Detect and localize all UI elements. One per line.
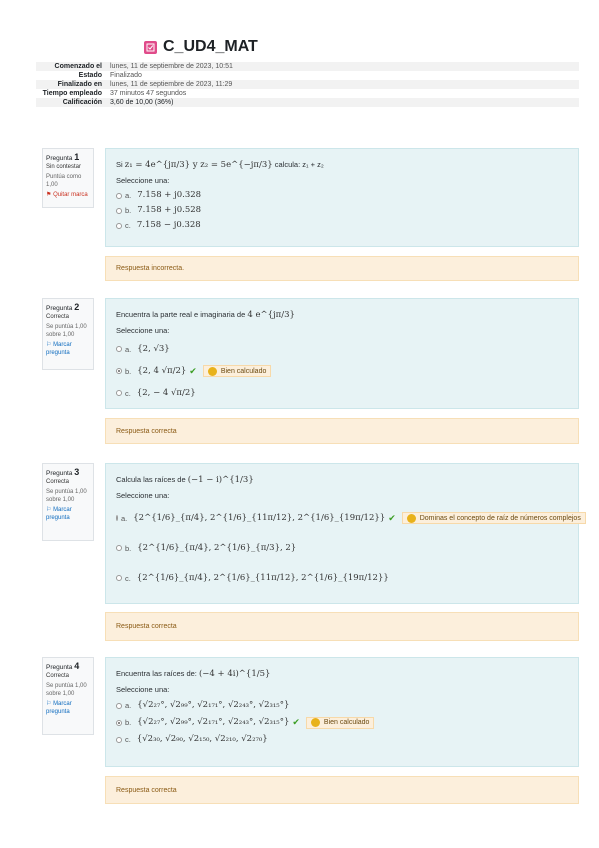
summary-label: Estado: [78, 72, 102, 79]
radio-button-selected[interactable]: [116, 368, 122, 374]
summary-label: Calificación: [62, 99, 102, 106]
question-outcome: Respuesta correcta: [105, 776, 579, 804]
question-info: Pregunta 1 Sin contestar Puntúa como 1,0…: [42, 148, 94, 208]
answer-option[interactable]: b. {2^{1/6}_{π/4}, 2^{1/6}_{π/3}, 2}: [116, 533, 568, 563]
question-info: Pregunta 2 Correcta Se puntúa 1,00 sobre…: [42, 298, 94, 370]
summary-value: lunes, 11 de septiembre de 2023, 11:29: [110, 81, 233, 88]
question-state: Correcta: [46, 314, 70, 320]
radio-button[interactable]: [116, 390, 122, 396]
radio-button[interactable]: [116, 575, 122, 581]
summary-row: Tiempo empleado 37 minutos 47 segundos: [36, 89, 579, 98]
question-state: Correcta: [46, 673, 70, 679]
smile-icon: [406, 513, 416, 523]
question-prompt: Calcula las raíces de (−1 − i)^{1/3}: [116, 475, 254, 485]
flag-icon: ⚐: [46, 342, 52, 348]
answer-option[interactable]: a. {√2₂₇°, √2₉₉°, √2₁₇₁°, √2₂₄₃°, √2₃₁₅°}: [116, 697, 568, 714]
question-info: Pregunta 4 Correcta Se puntúa 1,00 sobre…: [42, 657, 94, 735]
smile-icon: [310, 718, 320, 727]
question-state: Correcta: [46, 479, 70, 485]
question-grade: Se puntúa 1,00 sobre 1,00: [46, 683, 87, 697]
radio-button-selected[interactable]: [116, 515, 118, 521]
summary-label: Finalizado en: [57, 81, 102, 88]
radio-button[interactable]: [116, 736, 122, 743]
question-outcome: Respuesta incorrecta.: [105, 256, 579, 281]
question-prompt: Si z₁ = 4e^{jπ/3} y z₂ = 5e^{−jπ/3} calc…: [116, 160, 324, 170]
question-content: Si z₁ = 4e^{jπ/3} y z₂ = 5e^{−jπ/3} calc…: [105, 148, 579, 247]
question-number: Pregunta 4: [46, 661, 80, 672]
answer-option[interactable]: b. 7.158 + j0.528: [116, 203, 568, 218]
flag-question-link[interactable]: ⚐ Marcar pregunta: [46, 506, 90, 522]
check-icon: ✔: [388, 512, 396, 523]
flag-icon: ⚐: [46, 701, 52, 707]
select-label: Seleccione una:: [116, 685, 170, 694]
summary-row: Finalizado en lunes, 11 de septiembre de …: [36, 80, 579, 89]
question-outcome: Respuesta correcta: [105, 612, 579, 641]
question-state: Sin contestar: [46, 164, 82, 170]
question-number: Pregunta 2: [46, 302, 80, 313]
flag-question-link[interactable]: ⚐ Marcar pregunta: [46, 341, 90, 357]
question-number: Pregunta 1: [46, 152, 80, 163]
answer-option[interactable]: c. {√2₃₀, √2₉₀, √2₁₅₀, √2₂₁₀, √2₂₇₀}: [116, 731, 568, 748]
answer-option[interactable]: b. {√2₂₇°, √2₉₉°, √2₁₇₁°, √2₂₄₃°, √2₃₁₅°}…: [116, 714, 568, 731]
summary-value: lunes, 11 de septiembre de 2023, 10:51: [110, 63, 233, 70]
flag-question-link[interactable]: ⚐ Marcar pregunta: [46, 700, 90, 716]
summary-label: Comenzado el: [54, 63, 102, 70]
summary-row: Comenzado el lunes, 11 de septiembre de 2…: [36, 62, 579, 71]
radio-button-selected[interactable]: [116, 719, 122, 726]
check-icon: ✔: [292, 717, 300, 727]
answer-option[interactable]: c. {2^{1/6}_{π/4}, 2^{1/6}_{11π/12}, 2^{1…: [116, 563, 568, 593]
question-prompt: Encuentra las raíces de: (−4 + 4i)^{1/5}: [116, 669, 271, 679]
attempt-summary: Comenzado el lunes, 11 de septiembre de 2…: [36, 62, 579, 107]
question-grade: Se puntúa 1,00 sobre 1,00: [46, 489, 87, 503]
summary-value: Finalizado: [110, 72, 142, 79]
answer-option[interactable]: a. {2^{1/6}_{π/4}, 2^{1/6}_{11π/12}, 2^{1…: [116, 503, 586, 533]
radio-button[interactable]: [116, 207, 122, 214]
question-prompt: Encuentra la parte real e imaginaria de …: [116, 310, 295, 320]
select-label: Seleccione una:: [116, 491, 170, 500]
flag-icon: ⚐: [46, 507, 52, 513]
answer-option[interactable]: a. {2, √3}: [116, 338, 568, 360]
radio-button[interactable]: [116, 192, 122, 199]
question-number: Pregunta 3: [46, 467, 80, 478]
question-outcome: Respuesta correcta: [105, 418, 579, 444]
question-content: Calcula las raíces de (−1 − i)^{1/3} Sel…: [105, 463, 586, 604]
answer-option[interactable]: c. 7.158 − j0.328: [116, 218, 568, 233]
flag-question-link[interactable]: ⚑ Quitar marca: [46, 191, 90, 199]
flag-icon: ⚑: [46, 192, 52, 198]
question-grade: Se puntúa 1,00 sobre 1,00: [46, 324, 87, 338]
select-label: Seleccione una:: [116, 326, 170, 335]
question-content: Encuentra la parte real e imaginaria de …: [105, 298, 579, 409]
summary-row: Calificación 3,60 de 10,00 (36%): [36, 98, 579, 107]
quiz-icon: [144, 40, 157, 54]
radio-button[interactable]: [116, 702, 122, 709]
smile-icon: [207, 366, 217, 376]
feedback-badge: Dominas el concepto de raíz de números c…: [401, 512, 586, 524]
select-label: Seleccione una:: [116, 176, 170, 185]
summary-label: Tiempo empleado: [42, 90, 102, 97]
summary-value: 3,60 de 10,00 (36%): [110, 99, 174, 106]
answer-option[interactable]: a. 7.158 + j0.328: [116, 188, 568, 203]
answer-option[interactable]: b. {2, 4 √π/2} ✔ Bien calculado: [116, 360, 568, 382]
feedback-badge: Bien calculado: [305, 716, 375, 729]
radio-button[interactable]: [116, 545, 122, 551]
question-info: Pregunta 3 Correcta Se puntúa 1,00 sobre…: [42, 463, 94, 541]
quiz-title: C_UD4_MAT: [163, 38, 258, 55]
answer-option[interactable]: c. {2, − 4 √π/2}: [116, 382, 568, 404]
feedback-badge: Bien calculado: [202, 365, 272, 377]
question-grade: Puntúa como 1,00: [46, 174, 82, 188]
question-content: Encuentra las raíces de: (−4 + 4i)^{1/5}…: [105, 657, 579, 767]
summary-row: Estado Finalizado: [36, 71, 579, 80]
page-title: C_UD4_MAT: [144, 38, 258, 56]
radio-button[interactable]: [116, 346, 122, 352]
summary-value: 37 minutos 47 segundos: [110, 90, 187, 97]
radio-button[interactable]: [116, 222, 122, 229]
check-icon: ✔: [189, 365, 197, 376]
